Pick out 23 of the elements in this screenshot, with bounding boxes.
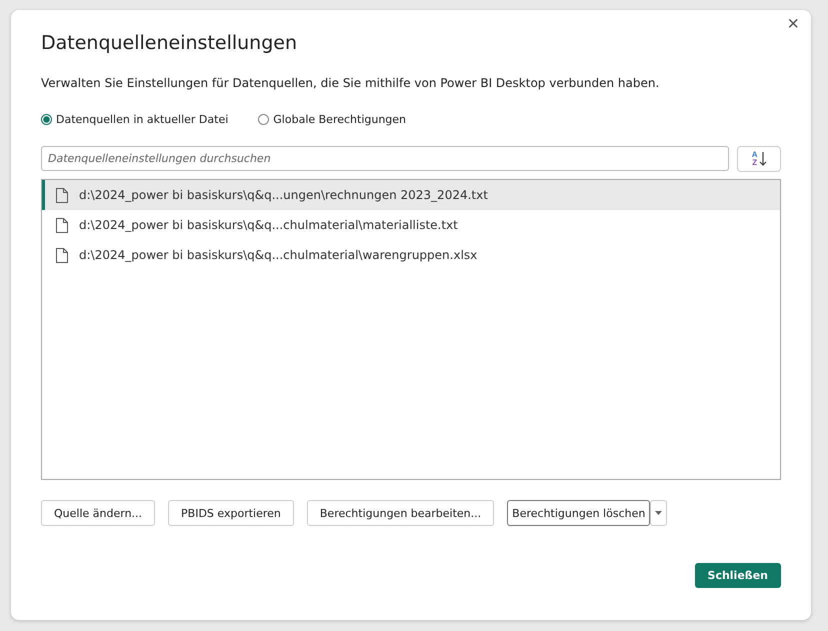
radio-label[interactable]: Globale Berechtigungen <box>273 113 406 126</box>
caret-icon <box>655 511 662 515</box>
action-button[interactable]: Berechtigungen bearbeiten... <box>306 500 494 526</box>
close-button[interactable]: × <box>783 13 803 36</box>
source-item[interactable]: d:\2024_power bi basiskurs\q&q...chulmaterial\warengruppen.xlsx <box>42 240 780 270</box>
description-text: Verwalten Sie Einstellungen für Datenquellen, die Sie mithilfe von Power BI Desktop verbunden haben. <box>41 75 660 91</box>
dropdown-button[interactable] <box>650 500 668 526</box>
arrow-down-icon <box>758 151 767 167</box>
action-button[interactable]: Quelle ändern... <box>41 500 156 526</box>
action-button[interactable]: Berechtigungen löschen <box>507 500 650 526</box>
file-icon <box>56 188 68 202</box>
dialog-title: Datenquelleneinstellungen <box>41 31 298 55</box>
radio-button[interactable] <box>258 114 270 125</box>
action-button[interactable]: PBIDS exportieren <box>168 500 294 526</box>
radio-label[interactable]: Datenquellen in aktueller Datei <box>56 113 228 126</box>
file-icon <box>56 218 68 232</box>
sort-button[interactable]: A Z <box>737 146 781 172</box>
source-item[interactable]: d:\2024_power bi basiskurs\q&q...ungen\rechnungen 2023_2024.txt <box>42 180 780 210</box>
file-icon <box>56 248 68 262</box>
source-item[interactable]: d:\2024_power bi basiskurs\q&q...chulmaterial\materialliste.txt <box>42 210 780 240</box>
close-dialog-button[interactable]: Schließen <box>694 563 781 588</box>
search-field[interactable]: Datenquelleneinstellungen durchsuchen <box>41 146 730 171</box>
radio-button[interactable] <box>41 114 52 125</box>
